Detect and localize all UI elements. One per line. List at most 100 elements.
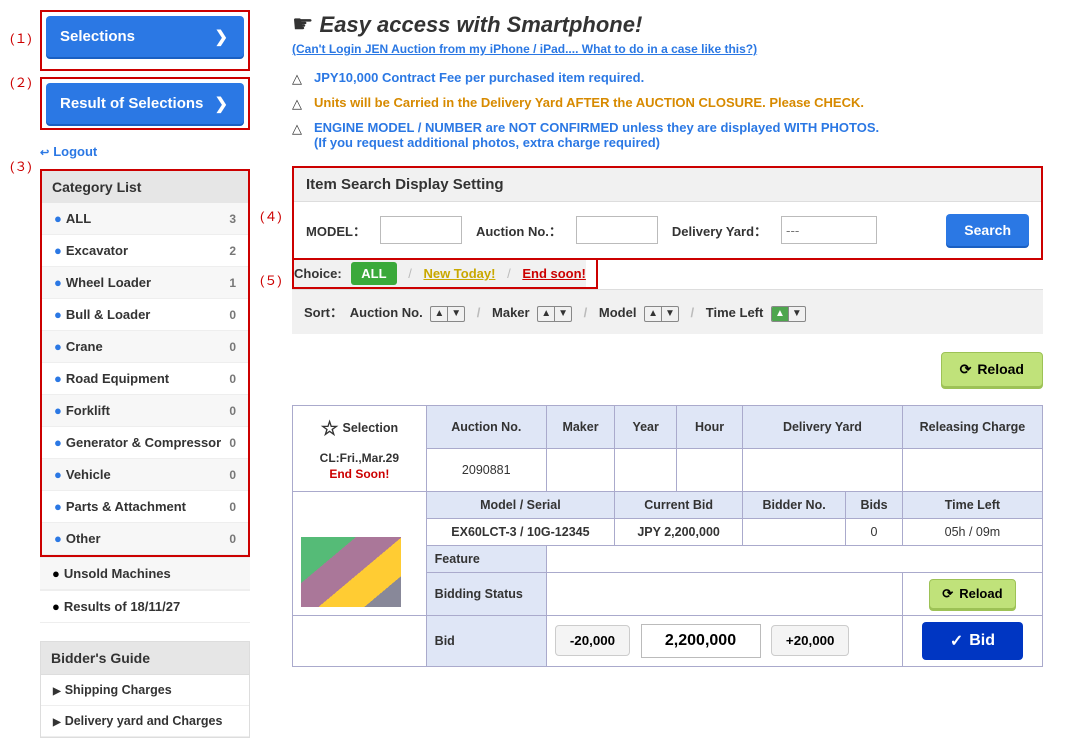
notice-row: △JPY10,000 Contract Fee per purchased it… [292, 70, 1043, 87]
sort-model[interactable]: ▲▼ [644, 306, 679, 322]
row-feature-label: Feature [426, 545, 546, 572]
bidders-guide-header: Bidder's Guide [41, 642, 249, 675]
col-model-serial: Model / Serial [426, 491, 615, 518]
annotation-3: (３) [10, 156, 32, 175]
sort-label: Sort： [304, 305, 343, 320]
auction-no-label: Auction No.： [476, 221, 562, 240]
col-maker: Maker [546, 405, 614, 448]
choice-new-today[interactable]: New Today! [423, 266, 495, 281]
reload-button[interactable]: ⟳Reload [941, 352, 1043, 387]
triangle-icon: ▶ [53, 717, 61, 728]
cell-time-left: 05h / 09m [902, 518, 1042, 545]
category-item[interactable]: ●Parts & Attachment0 [42, 491, 248, 523]
bid-button[interactable]: ✓Bid [922, 622, 1023, 660]
category-item[interactable]: ●ALL3 [42, 203, 248, 235]
search-button[interactable]: Search [946, 214, 1029, 246]
bid-step-up-button[interactable]: +20,000 [771, 625, 850, 656]
triangle-icon: ▶ [53, 686, 61, 697]
smartphone-title: Easy access with Smartphone! [320, 12, 643, 38]
category-item[interactable]: ●Bull & Loader0 [42, 299, 248, 331]
category-item[interactable]: ●Crane0 [42, 331, 248, 363]
chevron-right-icon: ❯ [215, 94, 228, 114]
col-time-left: Time Left [902, 491, 1042, 518]
star-icon: ☆ [321, 418, 339, 440]
results-label: Result of Selections [60, 95, 203, 112]
notice-row: △Units will be Carried in the Delivery Y… [292, 95, 1043, 112]
bid-step-down-button[interactable]: -20,000 [555, 625, 630, 656]
delivery-yard-label: Delivery Yard： [672, 221, 767, 240]
category-item[interactable]: ●Road Equipment0 [42, 363, 248, 395]
smartphone-header: ☛ Easy access with Smartphone! [292, 10, 1043, 39]
sort-row: Sort： Auction No. ▲▼ / Maker ▲▼ / Model … [292, 289, 1043, 334]
model-label: MODEL： [306, 221, 366, 240]
annotation-2: (２) [10, 72, 32, 91]
category-item[interactable]: ●Forklift0 [42, 395, 248, 427]
cell-bids: 0 [846, 518, 903, 545]
col-bids: Bids [846, 491, 903, 518]
cell-current-bid: JPY 2,200,000 [615, 518, 743, 545]
warning-icon: △ [292, 71, 302, 87]
sort-auction-no[interactable]: ▲▼ [430, 306, 465, 322]
row-bid-label: Bid [426, 615, 546, 666]
warning-icon: △ [292, 96, 302, 112]
category-item[interactable]: ●Results of 18/11/27 [40, 590, 250, 623]
sort-time-left[interactable]: ▲▼ [771, 306, 806, 322]
warning-icon: △ [292, 121, 302, 150]
row-bidding-status-label: Bidding Status [426, 572, 546, 615]
choice-filter-box: Choice: ALL / New Today! / End soon! [292, 260, 598, 289]
selections-label: Selections [60, 28, 135, 45]
category-extra-list: ●Unsold Machines●Results of 18/11/27 [40, 557, 250, 623]
logout-label: Logout [53, 144, 97, 159]
model-input[interactable] [380, 216, 462, 244]
pointing-finger-icon: ☛ [292, 10, 314, 39]
item-table: ☆Selection CL:Fri.,Mar.29 End Soon! Auct… [292, 405, 1043, 667]
closing-line: CL:Fri.,Mar.29 [301, 451, 418, 465]
selections-box: Selections ❯ [40, 10, 250, 71]
annotation-5: (５) [260, 270, 282, 289]
auction-no-input[interactable] [576, 216, 658, 244]
col-current-bid: Current Bid [615, 491, 743, 518]
item-search-header: Item Search Display Setting [294, 168, 1041, 202]
category-item[interactable]: ●Vehicle0 [42, 459, 248, 491]
cell-auction-no: 2090881 [426, 448, 546, 491]
reload-row-button[interactable]: ⟳Reload [929, 579, 1015, 609]
category-list-header: Category List [42, 171, 248, 203]
col-auction-no: Auction No. [426, 405, 546, 448]
choice-end-soon[interactable]: End soon! [522, 266, 586, 281]
bidders-guide-panel: Bidder's Guide ▶Shipping Charges ▶Delive… [40, 641, 250, 738]
item-thumbnail[interactable] [301, 537, 401, 607]
end-soon-label: End Soon! [301, 467, 418, 481]
category-item[interactable]: ●Wheel Loader1 [42, 267, 248, 299]
result-of-selections-button[interactable]: Result of Selections ❯ [46, 83, 244, 124]
category-item[interactable]: ●Other0 [42, 523, 248, 555]
cell-model-serial: EX60LCT-3 / 10G-12345 [426, 518, 615, 545]
category-item[interactable]: ●Generator & Compressor0 [42, 427, 248, 459]
col-year: Year [615, 405, 677, 448]
login-help-link[interactable]: (Can't Login JEN Auction from my iPhone … [292, 42, 757, 56]
sort-maker[interactable]: ▲▼ [537, 306, 572, 322]
item-search-box: Item Search Display Setting MODEL： Aucti… [292, 166, 1043, 260]
selection-toggle[interactable]: ☆Selection [301, 416, 418, 441]
reload-icon: ⟳ [942, 586, 953, 602]
bid-amount-input[interactable] [641, 624, 761, 658]
logout-link[interactable]: ↩ Logout [40, 144, 97, 159]
guide-shipping-charges[interactable]: ▶Shipping Charges [41, 675, 249, 706]
logout-icon: ↩ [40, 147, 49, 159]
category-item[interactable]: ●Unsold Machines [40, 557, 250, 590]
col-bidder-no: Bidder No. [743, 491, 846, 518]
choice-label: Choice: [294, 266, 342, 281]
check-icon: ✓ [950, 631, 963, 651]
annotation-1: (１) [10, 28, 32, 47]
category-list: Category List ●ALL3●Excavator2●Wheel Loa… [40, 169, 250, 557]
notice-row: △ENGINE MODEL / NUMBER are NOT CONFIRMED… [292, 120, 1043, 150]
reload-icon: ⟳ [960, 361, 972, 378]
category-item[interactable]: ●Excavator2 [42, 235, 248, 267]
col-hour: Hour [677, 405, 743, 448]
delivery-yard-select[interactable] [781, 216, 877, 244]
choice-all-button[interactable]: ALL [351, 262, 396, 285]
chevron-right-icon: ❯ [215, 27, 228, 47]
results-box: Result of Selections ❯ [40, 77, 250, 130]
guide-delivery-yard[interactable]: ▶Delivery yard and Charges [41, 706, 249, 737]
selections-button[interactable]: Selections ❯ [46, 16, 244, 57]
col-releasing-charge: Releasing Charge [902, 405, 1042, 448]
